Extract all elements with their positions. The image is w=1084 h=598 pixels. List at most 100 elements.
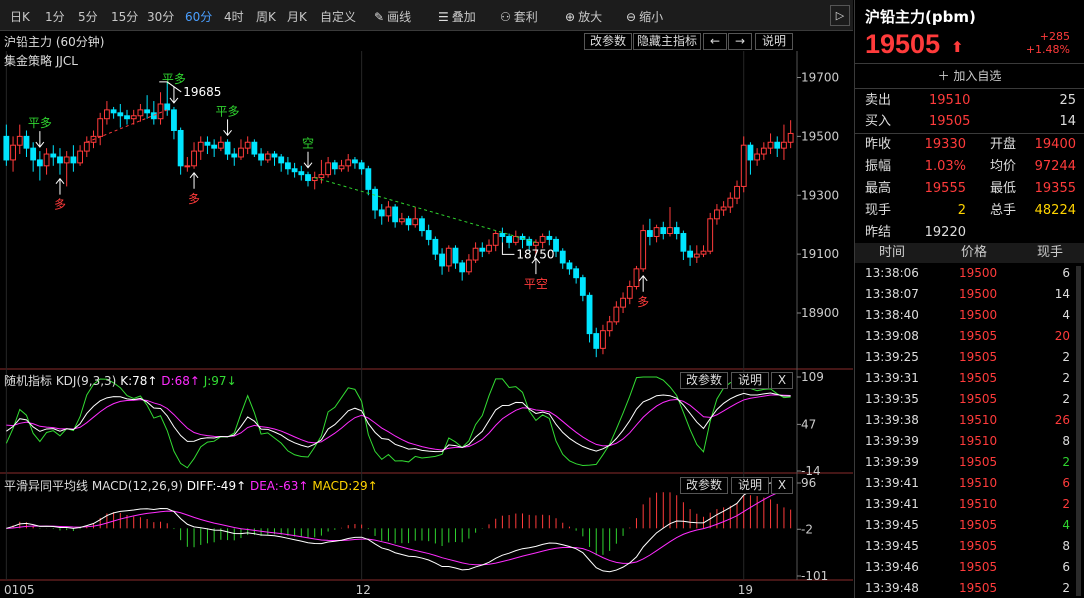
kdj-k-value: K:78↑ [120, 374, 158, 388]
stat-value: 2 [957, 203, 966, 218]
放大-tool-button[interactable]: ⊕ 放大 [565, 8, 602, 25]
candle-body [244, 141, 251, 149]
tick-row: 13:39:45 19505 4 [855, 515, 1084, 536]
tick-price: 19505 [959, 329, 998, 343]
tick-price: 19505 [959, 518, 998, 532]
chart-area[interactable]: 19700 19500 19300 19100 18900 109 47 -14 96 -2 -10… [0, 31, 853, 598]
tick-time: 13:39:08 [865, 329, 919, 343]
tick-table: 13:38:06 19500 6 13:38:07 19500 14 13:38:40 195… [855, 263, 1084, 598]
tick-row: 13:39:31 19505 2 [855, 368, 1084, 389]
kline-chart[interactable]: 197001950019300191001890010947-1496-2-10… [0, 31, 853, 598]
tick-row: 13:39:38 19510 26 [855, 410, 1084, 431]
signal-arrow [169, 86, 179, 104]
last-price: 19505 [865, 29, 941, 59]
stat-value: 19555 [924, 181, 966, 196]
candle-body [640, 230, 647, 270]
tick-row: 13:38:40 19500 4 [855, 305, 1084, 326]
macd-btns-btn-2[interactable]: X [771, 477, 793, 494]
y-tick-label: -2 [801, 522, 813, 536]
macd-diff-line [6, 482, 791, 573]
candle-body [492, 233, 499, 246]
main-panel-title: 沪铅主力 (60分钟) [4, 35, 105, 49]
macd-btns-btn-1[interactable]: 说明 [731, 477, 769, 494]
kdj-btns-btn-1[interactable]: 说明 [731, 372, 769, 389]
ask-price: 19510 [929, 93, 971, 108]
tick-row: 13:38:07 19500 14 [855, 284, 1084, 305]
kdj-title: 随机指标 KDJ(9,3,3) K:78↑ D:68↑ J:97↓ [4, 372, 237, 389]
tool-label: 叠加 [451, 10, 476, 24]
macd-btns-btn-0[interactable]: 改参数 [680, 477, 728, 494]
period-tab-0[interactable]: 日K [10, 8, 30, 25]
main-btns-btn-1[interactable]: 隐藏主指标 [633, 33, 701, 50]
candle-body [217, 141, 224, 149]
signal-arrow [638, 274, 648, 292]
kdj-btns-btn-0[interactable]: 改参数 [680, 372, 728, 389]
stats-row: 昨结 19220 [855, 222, 1084, 244]
candle-body [124, 115, 130, 120]
period-tab-2[interactable]: 5分 [78, 8, 98, 25]
tick-volume: 6 [1062, 266, 1070, 280]
ask-volume: 25 [1059, 93, 1076, 108]
stat-value: 19400 [1034, 137, 1076, 152]
period-tab-5[interactable]: 60分 [185, 8, 212, 25]
tick-volume: 8 [1062, 434, 1070, 448]
candle-body [439, 253, 445, 267]
candle-body [398, 218, 405, 223]
candle-body [620, 297, 626, 308]
main-btns-btn-2[interactable]: ← [703, 33, 727, 50]
candle-body [184, 165, 191, 168]
collapse-panel-button[interactable]: ▷ [830, 5, 850, 26]
tool-label: 画线 [387, 10, 412, 24]
tick-scrollbar[interactable] [1076, 266, 1081, 596]
candle-body [191, 150, 197, 167]
candle-body [693, 253, 700, 258]
stats-row: 最高 19555 最低 19355 [855, 178, 1084, 200]
candle-body [57, 156, 63, 164]
candle-body [164, 103, 171, 111]
period-tab-3[interactable]: 15分 [111, 8, 138, 25]
套利-tool-button[interactable]: ⚇ 套利 [500, 8, 538, 25]
stat-label: 开盘 [990, 137, 1017, 152]
candle-body [318, 174, 325, 179]
period-tab-6[interactable]: 4时 [224, 8, 244, 25]
candle-body [16, 135, 23, 146]
arbitrage-icon: ⚇ [500, 10, 511, 24]
period-tab-9[interactable]: 自定义 [320, 8, 356, 25]
add-watchlist-button[interactable]: ＋ 加入自选 [855, 63, 1084, 89]
period-tab-8[interactable]: 月K [287, 8, 307, 25]
x-tick-label: 0105 [4, 583, 35, 597]
main-btns-btn-0[interactable]: 改参数 [584, 33, 632, 50]
y-tick-label: 19500 [801, 129, 839, 143]
low-marker [501, 242, 515, 255]
candle-body [224, 141, 231, 155]
period-tab-4[interactable]: 30分 [147, 8, 174, 25]
stat-label: 均价 [990, 159, 1017, 174]
candle-body [432, 238, 439, 255]
candle-body [97, 118, 104, 137]
缩小-tool-button[interactable]: ⊖ 缩小 [626, 8, 663, 25]
signal-label: 平空 [524, 277, 548, 291]
candle-body [103, 109, 110, 120]
signal-label: 平多 [216, 104, 240, 118]
candle-body [177, 129, 184, 167]
tick-row: 13:39:35 19505 2 [855, 389, 1084, 410]
tick-volume: 2 [1062, 455, 1070, 469]
kdj-btns-btn-2[interactable]: X [771, 372, 793, 389]
main-btns-btn-3[interactable]: → [728, 33, 752, 50]
candle-body [606, 321, 613, 332]
tick-volume: 6 [1062, 476, 1070, 490]
candle-body [579, 277, 586, 296]
画线-tool-button[interactable]: ✎ 画线 [374, 8, 411, 25]
stat-label: 昨结 [865, 225, 892, 240]
叠加-tool-button[interactable]: ☰ 叠加 [438, 8, 476, 25]
signal-label: 平多 [162, 72, 186, 86]
period-tab-7[interactable]: 周K [256, 8, 276, 25]
stat-value: 97244 [1034, 159, 1076, 174]
tick-row: 13:39:25 19505 2 [855, 347, 1084, 368]
candle-body [50, 153, 57, 158]
main-btns-btn-4[interactable]: 说明 [755, 33, 793, 50]
candle-body [43, 153, 50, 167]
period-tab-1[interactable]: 1分 [45, 8, 65, 25]
candle-body [787, 132, 794, 143]
kdj-j-line [5, 376, 791, 469]
